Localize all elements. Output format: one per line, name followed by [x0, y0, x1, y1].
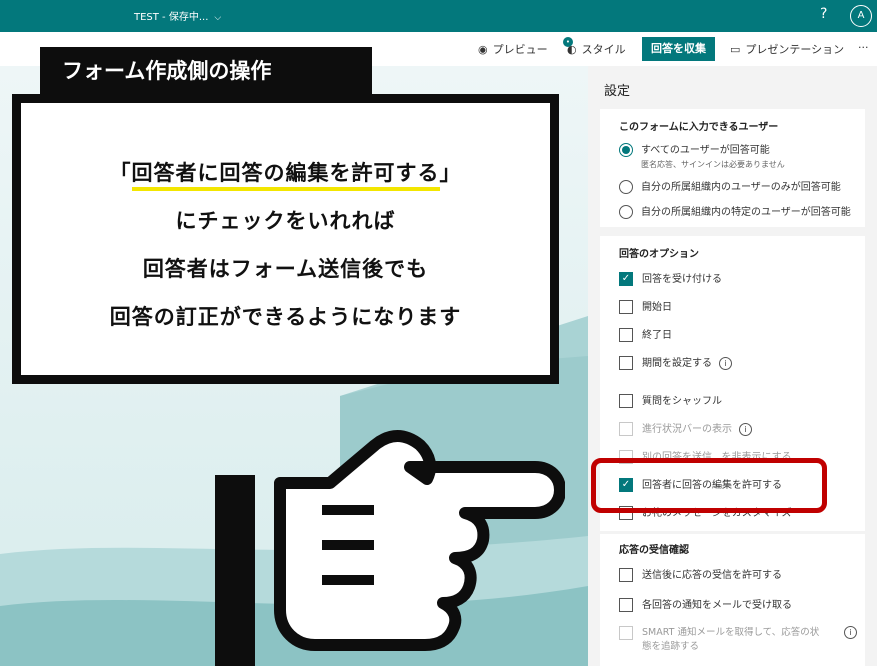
app-header: TEST - 保存中... ⌵ ? A [0, 0, 877, 32]
shuffle-label: 質問をシャッフル [642, 396, 722, 407]
receipt-option-1-label: 送信後に応答の受信を許可する [642, 570, 782, 581]
highlight-box [591, 458, 827, 513]
info-icon[interactable]: i [719, 356, 732, 370]
radio-icon[interactable] [619, 205, 633, 219]
accept-responses-option[interactable]: ✓ 回答を受け付ける [619, 270, 722, 286]
radio-icon[interactable] [619, 180, 633, 194]
set-period-option[interactable]: 期間を設定する i [619, 354, 732, 370]
callout-line-1: 「回答者に回答の編集を許可する」 [21, 157, 550, 191]
avatar[interactable]: A [850, 5, 872, 27]
chevron-down-icon[interactable]: ⌵ [214, 13, 221, 23]
checkbox-disabled-icon[interactable] [619, 626, 633, 640]
option-specific-people[interactable]: 自分の所属組織内の特定のユーザーが回答可能 [619, 203, 851, 219]
checkbox-icon[interactable] [619, 356, 633, 370]
checkbox-icon[interactable] [619, 568, 633, 582]
palette-icon: ◐ [567, 43, 577, 56]
start-date-option[interactable]: 開始日 [619, 298, 672, 314]
info-icon[interactable]: i [844, 626, 857, 639]
receipt-card: 応答の受信確認 送信後に応答の受信を許可する 各回答の通知をメールで受け取る S… [600, 534, 865, 666]
receipt-option-3[interactable]: SMART 通知メールを取得して、応答の状態を追跡する i [619, 626, 857, 654]
form-title-text: TEST - 保存中... [134, 12, 209, 23]
response-options-title: 回答のオプション [619, 249, 699, 260]
eye-icon: ◉ [478, 43, 488, 56]
preview-label: プレビュー [492, 43, 548, 56]
shuffle-questions-option[interactable]: 質問をシャッフル [619, 392, 722, 408]
radio-selected-icon[interactable] [619, 143, 633, 157]
pointing-hand-icon [215, 430, 565, 666]
end-date-option[interactable]: 終了日 [619, 326, 672, 342]
callout-line-4: 回答の訂正ができるようになります [109, 305, 462, 329]
receipt-option-2-label: 各回答の通知をメールで受け取る [642, 600, 792, 611]
option-org-only-label: 自分の所属組織内のユーザーのみが回答可能 [641, 182, 841, 193]
checkbox-disabled-icon[interactable] [619, 422, 633, 436]
info-icon[interactable]: i [739, 422, 752, 436]
callout-highlight-text: 回答者に回答の編集を許可する [131, 157, 440, 191]
callout-bracket-open: 「 [109, 161, 132, 185]
receipt-option-1[interactable]: 送信後に応答の受信を許可する [619, 566, 782, 582]
set-period-label: 期間を設定する [642, 358, 712, 369]
option-anyone[interactable]: すべてのユーザーが回答可能 匿名応答、サインインは必要ありません [619, 141, 785, 170]
checkbox-icon[interactable] [619, 598, 633, 612]
presentation-button[interactable]: ▭ プレゼンテーション [730, 41, 844, 57]
monitor-icon: ▭ [730, 43, 741, 56]
presentation-label: プレゼンテーション [745, 43, 845, 56]
annotation-callout: 「回答者に回答の編集を許可する」 にチェックをいれれば 回答者はフォーム送信後で… [12, 94, 559, 384]
preview-button[interactable]: ◉ プレビュー [478, 41, 548, 57]
help-icon[interactable]: ? [820, 6, 827, 22]
collect-responses-button[interactable]: 回答を収集 [642, 37, 715, 61]
option-anyone-sub: 匿名応答、サインインは必要ありません [641, 160, 785, 169]
receipt-title: 応答の受信確認 [619, 545, 689, 556]
option-org-only[interactable]: 自分の所属組織内のユーザーのみが回答可能 [619, 178, 841, 194]
progress-bar-label: 進行状況バーの表示 [642, 424, 732, 435]
option-specific-label: 自分の所属組織内の特定のユーザーが回答可能 [641, 207, 851, 218]
form-title[interactable]: TEST - 保存中... ⌵ [134, 8, 221, 23]
more-options-button[interactable]: ··· [858, 41, 869, 54]
checkbox-checked-icon[interactable]: ✓ [619, 272, 633, 286]
checkbox-icon[interactable] [619, 300, 633, 314]
settings-heading: 設定 [604, 84, 631, 99]
who-can-fill-card: このフォームに入力できるユーザー すべてのユーザーが回答可能 匿名応答、サインイ… [600, 109, 865, 227]
end-date-label: 終了日 [642, 330, 672, 341]
annotation-label: フォーム作成側の操作 [40, 47, 372, 95]
option-anyone-label: すべてのユーザーが回答可能 [641, 145, 770, 156]
start-date-label: 開始日 [642, 302, 672, 313]
receipt-option-3-label: SMART 通知メールを取得して、応答の状態を追跡する [642, 627, 820, 652]
style-label: スタイル [581, 43, 626, 56]
accept-responses-label: 回答を受け付ける [642, 274, 722, 285]
callout-bracket-close: 」 [439, 161, 462, 185]
callout-line-3: 回答者はフォーム送信後でも [142, 257, 429, 281]
who-can-fill-title: このフォームに入力できるユーザー [619, 122, 779, 133]
style-button[interactable]: ◐ スタイル [567, 41, 626, 57]
callout-line-2: にチェックをいれれば [175, 209, 396, 233]
progress-bar-option[interactable]: 進行状況バーの表示 i [619, 420, 752, 436]
checkbox-icon[interactable] [619, 328, 633, 342]
checkbox-icon[interactable] [619, 394, 633, 408]
receipt-option-2[interactable]: 各回答の通知をメールで受け取る [619, 596, 792, 612]
settings-panel: 設定 このフォームに入力できるユーザー すべてのユーザーが回答可能 匿名応答、サ… [588, 66, 877, 666]
